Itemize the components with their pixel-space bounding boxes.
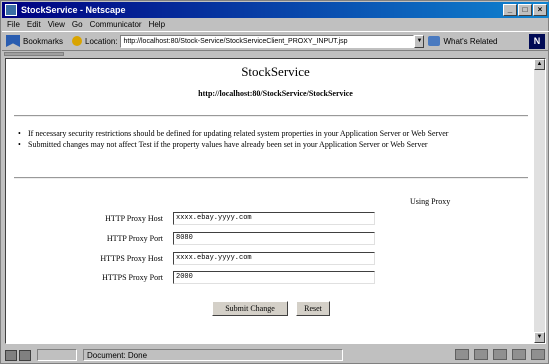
menu-communicator[interactable]: Communicator xyxy=(90,19,142,30)
close-button[interactable]: × xyxy=(533,4,547,16)
navigator-icon[interactable] xyxy=(455,349,469,360)
service-url: http://localhost:80/StockService/StockSe… xyxy=(198,89,353,98)
progress-bar xyxy=(37,349,77,361)
scroll-up-button[interactable]: ▲ xyxy=(534,59,545,70)
bookmarks-button[interactable]: Bookmarks xyxy=(6,35,63,47)
minimize-button[interactable]: _ xyxy=(503,4,517,16)
whats-related-icon xyxy=(428,36,441,46)
menu-bar: File Edit View Go Communicator Help xyxy=(2,19,549,30)
https-proxy-port-label: HTTPS Proxy Port xyxy=(102,273,163,282)
location-icon[interactable] xyxy=(72,36,83,46)
mail-icon[interactable] xyxy=(474,349,488,360)
maximize-button[interactable]: □ xyxy=(518,4,532,16)
composer-icon[interactable] xyxy=(531,349,545,360)
https-proxy-host-input[interactable]: xxxx.ebay.yyyy.com xyxy=(173,252,375,265)
toolbar-grip[interactable] xyxy=(4,52,64,56)
divider xyxy=(14,115,528,117)
arrow-up-icon: ▲ xyxy=(536,61,543,67)
submit-change-button[interactable]: Submit Change xyxy=(212,301,288,316)
location-label: Location: xyxy=(85,36,118,46)
menu-go[interactable]: Go xyxy=(72,19,83,30)
title-bar: StockService - Netscape _ □ × xyxy=(2,2,549,18)
browser-window: StockService - Netscape _ □ × File Edit … xyxy=(0,0,549,364)
vertical-scrollbar[interactable]: ▲ ▼ xyxy=(534,59,545,343)
note-item: Submitted changes may not affect Test if… xyxy=(18,139,448,150)
netscape-app-icon xyxy=(5,4,17,16)
status-text: Document: Done xyxy=(83,349,343,361)
reset-button[interactable]: Reset xyxy=(296,301,330,316)
window-controls: _ □ × xyxy=(503,4,547,16)
component-bar xyxy=(455,349,545,360)
using-proxy-label: Using Proxy xyxy=(410,197,451,206)
whats-related-button[interactable]: What's Related xyxy=(428,36,497,46)
http-proxy-host-input[interactable]: xxxx.ebay.yyyy.com xyxy=(173,212,375,225)
address-book-icon[interactable] xyxy=(512,349,526,360)
window-title: StockService - Netscape xyxy=(21,5,126,15)
bookmark-icon xyxy=(6,35,20,47)
form-row-https-host: HTTPS Proxy Host xxxx.ebay.yyyy.com xyxy=(6,252,406,266)
note-item: If necessary security restrictions shoul… xyxy=(18,128,448,139)
http-proxy-port-label: HTTP Proxy Port xyxy=(106,234,163,243)
location-input[interactable]: http://localhost:80/Stock-Service/StockS… xyxy=(120,34,415,48)
location-toolbar: Bookmarks Location: http://localhost:80/… xyxy=(2,31,549,51)
https-proxy-port-input[interactable]: 2000 xyxy=(173,271,375,284)
whats-related-label: What's Related xyxy=(443,36,498,46)
arrow-down-icon: ▼ xyxy=(536,334,543,340)
connection-icon xyxy=(19,349,31,361)
menu-edit[interactable]: Edit xyxy=(27,19,41,30)
http-proxy-host-label: HTTP Proxy Host xyxy=(105,214,163,223)
status-bar: Document: Done xyxy=(2,346,549,364)
form-row-http-host: HTTP Proxy Host xxxx.ebay.yyyy.com xyxy=(6,212,406,226)
page-content: StockService http://localhost:80/StockSe… xyxy=(5,58,546,344)
notes-list: If necessary security restrictions shoul… xyxy=(18,128,448,150)
https-proxy-host-label: HTTPS Proxy Host xyxy=(100,254,163,263)
menu-help[interactable]: Help xyxy=(149,19,165,30)
chevron-down-icon: ▼ xyxy=(416,37,423,44)
menu-file[interactable]: File xyxy=(7,19,20,30)
http-proxy-port-input[interactable]: 8080 xyxy=(173,232,375,245)
bookmarks-label: Bookmarks xyxy=(23,36,64,46)
menu-view[interactable]: View xyxy=(48,19,65,30)
newsgroups-icon[interactable] xyxy=(493,349,507,360)
location-dropdown-button[interactable]: ▼ xyxy=(414,34,425,48)
form-row-https-port: HTTPS Proxy Port 2000 xyxy=(6,271,406,285)
divider xyxy=(14,177,528,179)
scroll-down-button[interactable]: ▼ xyxy=(534,332,545,343)
netscape-logo[interactable]: N xyxy=(529,34,545,49)
form-row-http-port: HTTP Proxy Port 8080 xyxy=(6,232,406,246)
page-title: StockService xyxy=(241,64,310,79)
security-lock-icon[interactable] xyxy=(5,349,17,361)
